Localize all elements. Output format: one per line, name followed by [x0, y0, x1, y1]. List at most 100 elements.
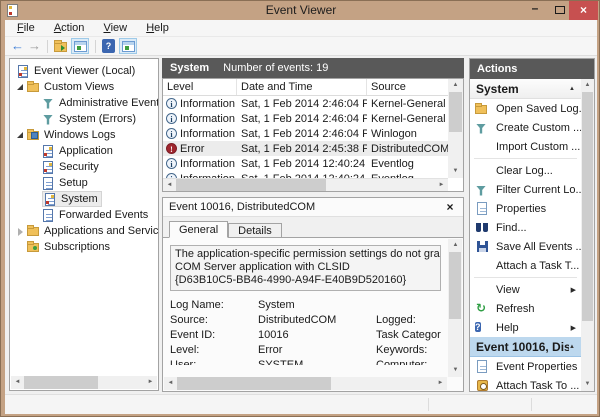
- scrollbar-track: [176, 178, 435, 191]
- action-open-saved-log[interactable]: Open Saved Log...: [470, 99, 581, 118]
- scroll-right-icon[interactable]: ►: [434, 377, 447, 390]
- level-cell: Information: [180, 112, 236, 125]
- detail-horizontal-scrollbar[interactable]: ◄ ►: [164, 377, 447, 390]
- field-value: System: [258, 299, 295, 311]
- scrollbar-thumb[interactable]: [449, 252, 461, 320]
- tree-item-system-errors[interactable]: System (Errors): [10, 111, 158, 127]
- table-row[interactable]: i Information Sat, 1 Feb 2014 2:46:04 PM …: [163, 111, 448, 126]
- titlebar[interactable]: Event Viewer – ×: [1, 1, 599, 20]
- action-save-all-events[interactable]: Save All Events ...: [470, 237, 581, 256]
- table-row[interactable]: i Information Sat, 1 Feb 2014 2:46:04 PM …: [163, 96, 448, 111]
- action-find[interactable]: Find...: [470, 218, 581, 237]
- scrollbar-thumb[interactable]: [176, 178, 327, 191]
- event-fields: Log Name: System Source: DistributedCOM …: [170, 298, 441, 365]
- scroll-left-icon[interactable]: ◄: [164, 377, 177, 390]
- filter-icon: [42, 97, 55, 110]
- scroll-right-icon[interactable]: ►: [144, 376, 157, 389]
- field-row: Log Name: System: [170, 298, 441, 313]
- help-icon[interactable]: ?: [102, 39, 115, 53]
- action-help[interactable]: ? Help ▶: [470, 318, 581, 337]
- table-row[interactable]: i Information Sat, 1 Feb 2014 2:46:04 PM …: [163, 126, 448, 141]
- scroll-right-icon[interactable]: ►: [435, 179, 448, 192]
- show-action-pane-button[interactable]: [119, 38, 137, 54]
- section-event-10016[interactable]: Event 10016, Dis... ▲: [470, 337, 581, 357]
- menu-help[interactable]: Help: [138, 20, 177, 34]
- expander-closed-icon[interactable]: [16, 227, 25, 236]
- main-area: Event Viewer (Local) Custom Views Admini…: [5, 56, 597, 394]
- scroll-left-icon[interactable]: ◄: [11, 376, 24, 389]
- list-vertical-scrollbar[interactable]: ▲ ▼: [448, 79, 463, 178]
- description-line: The application-specific permission sett…: [175, 248, 440, 260]
- help-icon: ?: [475, 321, 481, 332]
- scrollbar-track: [581, 92, 594, 378]
- export-log-icon[interactable]: [54, 40, 67, 52]
- collapse-icon[interactable]: ▲: [569, 344, 575, 350]
- list-horizontal-scrollbar[interactable]: ◄ ►: [163, 178, 448, 191]
- detail-vertical-scrollbar[interactable]: ▲ ▼: [448, 239, 462, 377]
- tree-item-subscriptions[interactable]: Subscriptions: [10, 239, 158, 255]
- action-clear-log[interactable]: Clear Log...: [470, 161, 581, 180]
- column-source[interactable]: Source: [367, 79, 448, 95]
- tree-root-label: Event Viewer (Local): [34, 65, 136, 77]
- table-row-selected[interactable]: ! Error Sat, 1 Feb 2014 2:45:38 PM Distri…: [163, 141, 448, 156]
- selected-tree-item: System: [42, 191, 102, 207]
- tab-general[interactable]: General: [169, 221, 229, 238]
- tree-item-custom-views[interactable]: Custom Views: [10, 79, 158, 95]
- tree-item-forwarded-events[interactable]: Forwarded Events: [10, 207, 158, 223]
- action-filter-current-log[interactable]: Filter Current Lo...: [470, 180, 581, 199]
- minimize-button[interactable]: –: [527, 1, 543, 18]
- menu-action[interactable]: Action: [46, 20, 93, 34]
- forward-icon[interactable]: →: [28, 39, 41, 53]
- scroll-up-icon[interactable]: ▲: [448, 79, 463, 92]
- section-system[interactable]: System ▲: [470, 79, 581, 99]
- tree-item-application[interactable]: Application: [10, 143, 158, 159]
- binoculars-icon: [475, 221, 490, 235]
- tree-item-system[interactable]: System: [10, 191, 158, 207]
- folder-icon: [27, 80, 40, 94]
- action-attach-task-to-event[interactable]: Attach Task To ...: [470, 376, 581, 391]
- action-event-properties[interactable]: Event Properties: [470, 357, 581, 376]
- close-icon[interactable]: ×: [443, 200, 457, 214]
- tree-item-administrative-events[interactable]: Administrative Events: [10, 95, 158, 111]
- field-label: Keywords:: [376, 344, 428, 356]
- tree-root[interactable]: Event Viewer (Local): [10, 63, 158, 79]
- tab-details[interactable]: Details: [228, 223, 282, 238]
- back-icon[interactable]: ←: [11, 39, 24, 53]
- scroll-down-icon[interactable]: ▼: [581, 378, 594, 391]
- tree-item-setup[interactable]: Setup: [10, 175, 158, 191]
- menu-view[interactable]: View: [95, 20, 135, 34]
- show-console-tree-button[interactable]: [71, 38, 89, 54]
- scroll-down-icon[interactable]: ▼: [448, 364, 463, 377]
- column-date-and-time[interactable]: Date and Time: [237, 79, 367, 95]
- scroll-up-icon[interactable]: ▲: [581, 79, 594, 92]
- collapse-icon[interactable]: ▲: [569, 86, 575, 92]
- close-button[interactable]: ×: [569, 1, 598, 20]
- maximize-button[interactable]: [555, 6, 565, 14]
- action-properties[interactable]: Properties: [470, 199, 581, 218]
- action-label: Attach Task To ...: [496, 379, 580, 392]
- tree-item-label: Security: [59, 161, 99, 173]
- scrollbar-thumb[interactable]: [449, 92, 462, 133]
- scrollbar-thumb[interactable]: [24, 376, 99, 389]
- scroll-left-icon[interactable]: ◄: [163, 179, 176, 192]
- scroll-down-icon[interactable]: ▼: [448, 165, 463, 178]
- menu-file[interactable]: File: [9, 20, 43, 34]
- column-level[interactable]: Level: [163, 79, 237, 95]
- tree-item-security[interactable]: Security: [10, 159, 158, 175]
- action-import-custom-view[interactable]: Import Custom ...: [470, 137, 581, 156]
- tree-item-applications-services-logs[interactable]: Applications and Services Log: [10, 223, 158, 239]
- action-refresh[interactable]: ↻ Refresh: [470, 299, 581, 318]
- table-row[interactable]: iInformation Sat, 1 Feb 2014 12:40:24 PM…: [163, 156, 448, 171]
- actions-vertical-scrollbar[interactable]: ▲ ▼: [581, 79, 594, 391]
- scroll-up-icon[interactable]: ▲: [448, 239, 463, 252]
- tree-item-windows-logs[interactable]: Windows Logs: [10, 127, 158, 143]
- expander-open-icon[interactable]: [16, 83, 25, 92]
- action-attach-task[interactable]: Attach a Task T...: [470, 256, 581, 275]
- tree-item-label: System (Errors): [59, 113, 136, 125]
- tree-horizontal-scrollbar[interactable]: ◄ ►: [11, 376, 157, 389]
- action-view[interactable]: View ▶: [470, 280, 581, 299]
- expander-open-icon[interactable]: [16, 131, 25, 140]
- scrollbar-thumb[interactable]: [177, 377, 332, 390]
- action-create-custom-view[interactable]: Create Custom ...: [470, 118, 581, 137]
- scrollbar-thumb[interactable]: [582, 92, 593, 321]
